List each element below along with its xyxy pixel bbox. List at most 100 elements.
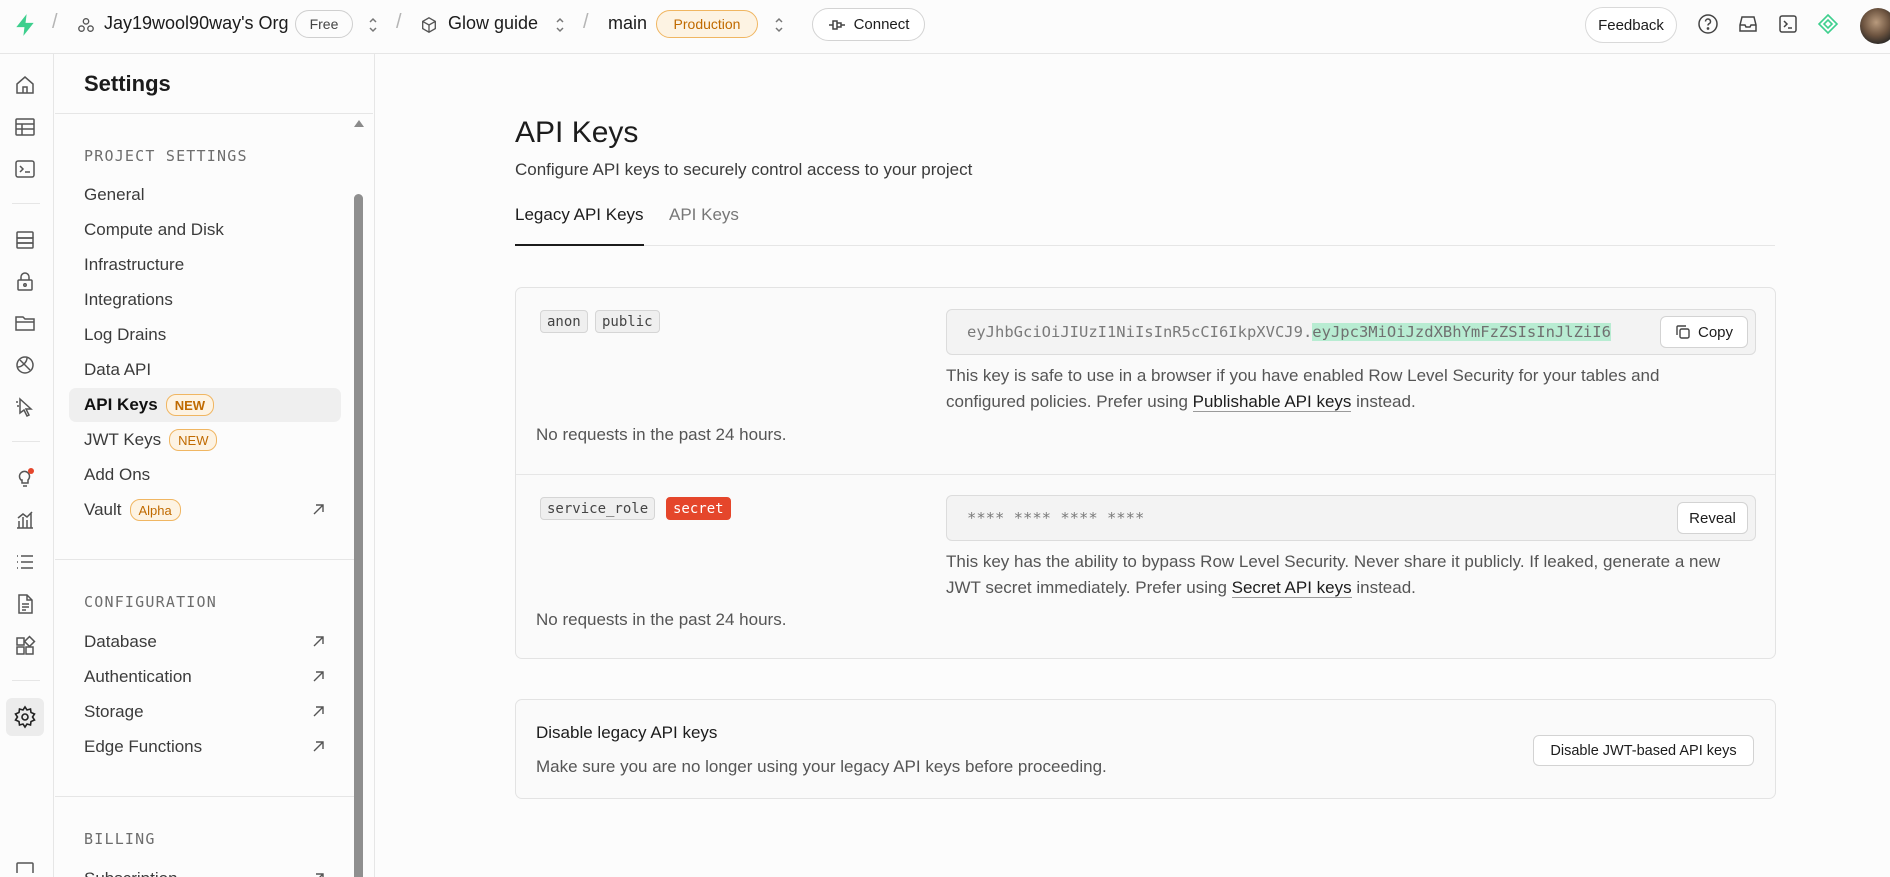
copy-button[interactable]: Copy — [1660, 316, 1748, 348]
anon-tag: anon — [540, 310, 588, 333]
service-key-masked-value: **** **** **** **** — [967, 509, 1145, 527]
reveal-button[interactable]: Reveal — [1677, 502, 1748, 534]
sidebar-scrollbar[interactable] — [351, 116, 365, 877]
sidebar-item-jwt-keys[interactable]: JWT Keys NEW — [69, 423, 341, 457]
user-avatar[interactable] — [1860, 8, 1890, 44]
api-docs-icon[interactable] — [11, 590, 39, 618]
reports-icon[interactable] — [11, 506, 39, 534]
sidebar-item-integrations[interactable]: Integrations — [69, 283, 341, 317]
assistant-icon[interactable] — [1816, 12, 1840, 36]
public-tag: public — [595, 310, 660, 333]
breadcrumb-separator: / — [52, 11, 58, 33]
sidebar-item-label: Log Drains — [84, 325, 167, 344]
sidebar-section-divider — [55, 796, 355, 797]
sidebar-item-label: Vault — [84, 500, 122, 519]
org-name[interactable]: Jay19wool90way's Org — [104, 13, 289, 34]
plug-icon — [828, 19, 845, 30]
settings-icon[interactable] — [6, 698, 44, 736]
tab-label: Legacy API Keys — [515, 205, 644, 224]
project-name[interactable]: Glow guide — [448, 13, 538, 34]
feedback-button-label: Feedback — [1598, 16, 1664, 34]
sidebar-item-add-ons[interactable]: Add Ons — [69, 458, 341, 492]
tab-api-keys[interactable]: API Keys — [669, 199, 739, 246]
service-key-description: This key has the ability to bypass Row L… — [946, 549, 1726, 601]
sidebar-item-compute-and-disk[interactable]: Compute and Disk — [69, 213, 341, 247]
disable-button-label: Disable JWT-based API keys — [1550, 742, 1737, 759]
scroll-up-arrow-icon[interactable] — [354, 120, 364, 127]
terminal-icon[interactable] — [1776, 12, 1800, 36]
sidebar-item-label: Subscription — [84, 869, 178, 877]
main-content: API Keys Configure API keys to securely … — [376, 54, 1890, 877]
settings-sidebar: Settings PROJECT SETTINGS General Comput… — [55, 54, 375, 877]
sidebar-item-api-keys[interactable]: API Keys NEW — [69, 388, 341, 422]
new-badge: NEW — [169, 429, 218, 451]
sidebar-item-infrastructure[interactable]: Infrastructure — [69, 248, 341, 282]
sidebar-item-label: Database — [84, 632, 157, 651]
database-icon[interactable] — [11, 226, 39, 254]
sidebar-item-label: Storage — [84, 702, 144, 721]
secret-keys-link[interactable]: Secret API keys — [1231, 578, 1352, 598]
disable-jwt-keys-button[interactable]: Disable JWT-based API keys — [1533, 735, 1754, 766]
home-icon[interactable] — [11, 71, 39, 99]
org-plan-badge: Free — [295, 10, 353, 38]
sidebar-item-vault[interactable]: Vault Alpha — [69, 493, 341, 527]
sidebar-item-authentication[interactable]: Authentication — [69, 660, 341, 694]
sidebar-item-subscription[interactable]: Subscription — [69, 862, 341, 877]
project-switcher-chevron-icon[interactable] — [554, 15, 566, 35]
sidebar-item-label: Infrastructure — [84, 255, 185, 274]
org-switcher-chevron-icon[interactable] — [367, 15, 379, 35]
alpha-badge: Alpha — [129, 499, 181, 521]
anon-key-value[interactable]: eyJhbGciOiJIUzI1NiIsInR5cCI6IkpXVCJ9.eyJ… — [967, 323, 1611, 341]
external-link-icon — [313, 741, 324, 752]
branch-name[interactable]: main — [608, 13, 647, 34]
inbox-icon[interactable] — [1736, 12, 1760, 36]
help-icon[interactable] — [1696, 12, 1720, 36]
branch-switcher-chevron-icon[interactable] — [773, 15, 785, 35]
breadcrumb-separator: / — [583, 11, 589, 33]
advisors-icon[interactable] — [11, 464, 39, 492]
sql-editor-icon[interactable] — [11, 155, 39, 183]
sidebar-item-label: General — [84, 185, 145, 204]
sidebar-item-label: Data API — [84, 360, 152, 379]
storage-icon[interactable] — [11, 309, 39, 337]
sidebar-item-storage[interactable]: Storage — [69, 695, 341, 729]
auth-icon[interactable] — [11, 267, 39, 295]
rail-divider — [12, 203, 40, 204]
supabase-logo-icon[interactable] — [12, 12, 38, 38]
section-heading-project-settings: PROJECT SETTINGS — [84, 147, 248, 165]
scrollbar-thumb[interactable] — [354, 194, 363, 877]
tab-legacy-api-keys[interactable]: Legacy API Keys — [515, 199, 644, 246]
copy-button-label: Copy — [1697, 323, 1734, 341]
service-key-field[interactable]: **** **** **** **** Reveal — [946, 495, 1756, 541]
anon-key-plain: eyJhbGciOiJIUzI1NiIsInR5cCI6IkpXVCJ9. — [967, 323, 1313, 341]
tab-label: API Keys — [669, 205, 739, 224]
disable-legacy-title: Disable legacy API keys — [536, 723, 718, 742]
sidebar-item-edge-functions[interactable]: Edge Functions — [69, 730, 341, 764]
row-divider — [516, 474, 1775, 475]
sidebar-item-label: Authentication — [84, 667, 192, 686]
sidebar-item-database[interactable]: Database — [69, 625, 341, 659]
table-editor-icon[interactable] — [11, 113, 39, 141]
feedback-button[interactable]: Feedback — [1585, 7, 1677, 43]
publishable-keys-link[interactable]: Publishable API keys — [1192, 392, 1352, 412]
sidebar-item-label: API Keys — [84, 395, 158, 414]
branch-env-badge: Production — [656, 10, 758, 38]
logs-icon[interactable] — [11, 548, 39, 576]
user-settings-icon[interactable] — [11, 859, 39, 873]
organization-icon — [78, 18, 94, 32]
anon-key-field[interactable]: eyJhbGciOiJIUzI1NiIsInR5cCI6IkpXVCJ9.eyJ… — [946, 309, 1756, 355]
sidebar-item-log-drains[interactable]: Log Drains — [69, 318, 341, 352]
sidebar-item-general[interactable]: General — [69, 178, 341, 212]
service-desc-text-end: instead. — [1351, 578, 1416, 597]
anon-key-selected: eyJpc3MiOiJzdXBhYmFzZSIsInJlZiI6 — [1312, 323, 1611, 341]
connect-button[interactable]: Connect — [812, 8, 925, 41]
edge-functions-icon[interactable] — [11, 393, 39, 421]
sidebar-item-data-api[interactable]: Data API — [69, 353, 341, 387]
service-requests-status: No requests in the past 24 hours. — [536, 610, 787, 629]
connect-button-label: Connect — [853, 16, 910, 33]
sidebar-title: Settings — [84, 71, 171, 96]
integrations-icon[interactable] — [11, 632, 39, 660]
sidebar-item-label: Edge Functions — [84, 737, 203, 756]
realtime-icon[interactable] — [11, 351, 39, 379]
disable-legacy-keys-card: Disable legacy API keys Make sure you ar… — [515, 699, 1776, 799]
